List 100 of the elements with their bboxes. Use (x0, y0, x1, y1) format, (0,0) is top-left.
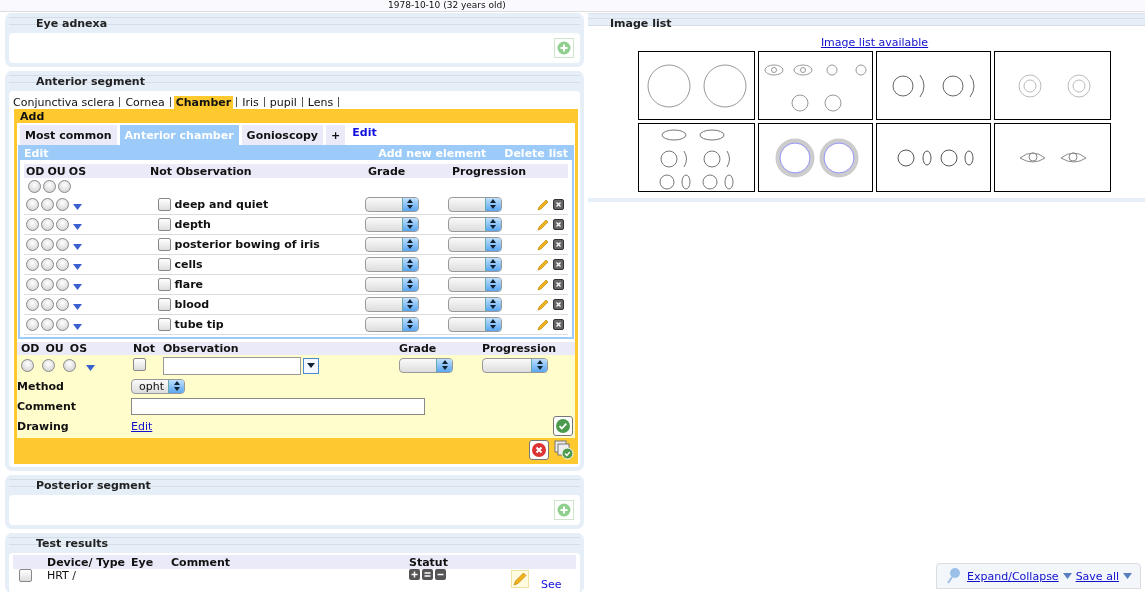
dropdown-button[interactable] (303, 357, 319, 374)
plus-icon[interactable] (409, 569, 420, 580)
comment-field[interactable] (131, 397, 425, 415)
dropdown-arrow-icon[interactable] (73, 324, 82, 330)
image-list-link[interactable]: Image list available (820, 36, 929, 49)
delete-icon[interactable] (553, 198, 564, 210)
radio-button[interactable] (41, 258, 54, 271)
grade-select[interactable] (364, 196, 419, 212)
dropdown-arrow-icon[interactable] (73, 284, 82, 290)
delete-icon[interactable] (553, 278, 564, 290)
delete-icon[interactable] (553, 298, 564, 310)
dropdown-arrow-icon[interactable] (73, 244, 82, 250)
grade-select[interactable] (364, 256, 419, 272)
diagram-thumbnail[interactable] (876, 123, 991, 192)
grade-select[interactable] (399, 357, 453, 373)
diagram-thumbnail[interactable] (758, 51, 873, 120)
add-icon[interactable] (554, 38, 574, 58)
caret-icon[interactable] (1062, 573, 1072, 579)
tab[interactable]: Most common (20, 125, 117, 145)
save-all-link[interactable]: Save all (1075, 569, 1119, 583)
progression-select[interactable] (447, 236, 502, 252)
radio-button[interactable] (56, 318, 69, 331)
radio-button[interactable] (41, 318, 54, 331)
tab[interactable]: + (326, 125, 346, 145)
progression-select[interactable] (447, 276, 502, 292)
dropdown-arrow-icon[interactable] (73, 204, 82, 210)
observation-field[interactable] (163, 356, 301, 375)
delete-icon[interactable] (553, 238, 564, 250)
caret-icon[interactable] (1123, 573, 1132, 579)
save-copy-icon[interactable] (554, 439, 574, 460)
edit-link[interactable]: Edit (348, 126, 381, 145)
checkbox[interactable] (19, 569, 32, 582)
diagram-thumbnail[interactable] (638, 123, 755, 192)
method-select[interactable]: opht (131, 378, 185, 394)
tab[interactable]: Gonioscopy (241, 125, 324, 145)
grade-select[interactable] (364, 276, 419, 292)
radio-button[interactable] (26, 318, 39, 331)
progression-select[interactable] (447, 196, 502, 212)
radio-button[interactable] (63, 359, 76, 372)
radio-button[interactable] (56, 298, 69, 311)
radio-button[interactable] (26, 218, 39, 231)
radio-button[interactable] (41, 238, 54, 251)
progression-select[interactable] (447, 216, 502, 232)
checkbox[interactable] (157, 318, 171, 331)
radio-button[interactable] (26, 298, 39, 311)
radio-button[interactable] (56, 238, 69, 251)
radio-button[interactable] (41, 278, 54, 291)
radio-button[interactable] (41, 198, 54, 211)
section-link[interactable]: Conjunctiva sclera (11, 95, 117, 109)
dropdown-arrow-icon[interactable] (73, 304, 82, 310)
diagram-thumbnail[interactable] (638, 51, 755, 120)
checkbox[interactable] (157, 198, 171, 211)
dropdown-arrow-icon[interactable] (73, 224, 82, 230)
grade-select[interactable] (364, 296, 419, 312)
checkbox[interactable] (157, 278, 171, 291)
cancel-icon[interactable] (529, 439, 549, 460)
edit-link[interactable]: Edit (131, 419, 153, 433)
section-link[interactable]: Chamber (173, 95, 234, 109)
radio-button[interactable] (21, 359, 34, 372)
radio-button[interactable] (56, 278, 69, 291)
grade-select[interactable] (364, 236, 419, 252)
dropdown-arrow-icon[interactable] (73, 264, 82, 270)
radio-button[interactable] (41, 218, 54, 231)
checkbox[interactable] (157, 258, 171, 271)
radio-button[interactable] (42, 359, 55, 372)
radio-button[interactable] (26, 258, 39, 271)
checkbox[interactable] (133, 357, 146, 371)
radio-button[interactable] (56, 198, 69, 211)
progression-select[interactable] (447, 256, 502, 272)
confirm-icon[interactable] (553, 416, 573, 436)
progression-select[interactable] (482, 357, 548, 373)
diagram-thumbnail[interactable] (994, 51, 1111, 120)
radio-button[interactable] (26, 278, 39, 291)
minus-icon[interactable] (435, 569, 446, 580)
diagram-thumbnail[interactable] (758, 123, 873, 192)
progression-select[interactable] (447, 316, 502, 332)
delete-icon[interactable] (553, 318, 564, 330)
radio-button[interactable] (43, 180, 56, 193)
diagram-thumbnail[interactable] (876, 51, 991, 120)
radio-button[interactable] (26, 198, 39, 211)
radio-button[interactable] (28, 180, 41, 193)
dropdown-arrow-icon[interactable] (86, 365, 95, 371)
radio-button[interactable] (58, 180, 71, 193)
checkbox[interactable] (157, 238, 171, 251)
section-link[interactable]: Lens (305, 95, 336, 109)
diagram-thumbnail[interactable] (994, 123, 1111, 192)
section-link[interactable]: pupil (267, 95, 299, 109)
see-link[interactable]: See (541, 578, 562, 591)
radio-button[interactable] (56, 258, 69, 271)
grade-select[interactable] (364, 216, 419, 232)
expand-collapse-link[interactable]: Expand/Collapse (967, 569, 1059, 583)
add-icon[interactable] (554, 500, 574, 520)
section-link[interactable]: Iris (240, 95, 261, 109)
radio-button[interactable] (56, 218, 69, 231)
section-link[interactable]: Cornea (123, 95, 167, 109)
checkbox[interactable] (157, 218, 171, 231)
equals-icon[interactable] (422, 569, 433, 580)
grade-select[interactable] (364, 316, 419, 332)
progression-select[interactable] (447, 296, 502, 312)
radio-button[interactable] (41, 298, 54, 311)
